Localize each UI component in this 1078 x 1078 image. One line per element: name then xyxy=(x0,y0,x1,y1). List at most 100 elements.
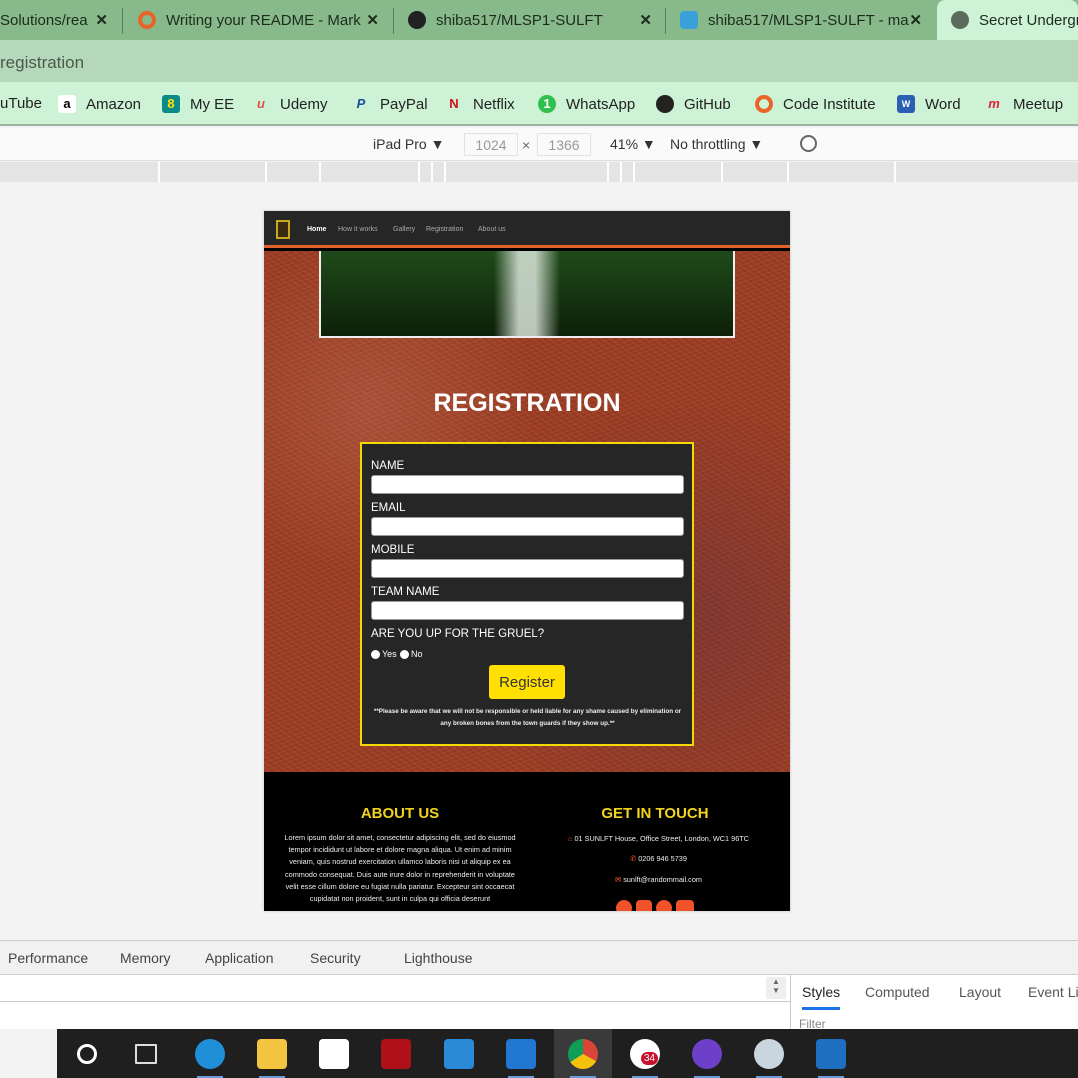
team-name-input[interactable] xyxy=(371,601,684,620)
tab-layout[interactable]: Layout xyxy=(959,984,1001,1000)
devtools-tabs: Performance Memory Application Security … xyxy=(0,940,1078,975)
nav-registration[interactable]: Registration xyxy=(426,226,463,233)
tab-secret-underground[interactable]: Secret Undergr xyxy=(937,0,1078,40)
tab-memory[interactable]: Memory xyxy=(120,950,171,966)
register-button[interactable]: Register xyxy=(489,665,565,699)
site-navbar: Home How it works Gallery Registration A… xyxy=(264,211,790,248)
address-bar[interactable]: registration xyxy=(0,40,1078,82)
bookmark-udemy[interactable]: u Udemy xyxy=(252,95,328,113)
bookmark-amazon[interactable]: a Amazon xyxy=(58,95,141,113)
facebook-icon[interactable] xyxy=(616,900,632,911)
task-view-icon[interactable] xyxy=(135,1044,157,1064)
tab-computed[interactable]: Computed xyxy=(865,984,930,1000)
chrome-icon[interactable] xyxy=(568,1039,598,1069)
tab-event-listeners[interactable]: Event Li xyxy=(1028,984,1078,1000)
instagram-icon[interactable] xyxy=(636,900,652,911)
tab-security[interactable]: Security xyxy=(310,950,361,966)
paint-icon[interactable] xyxy=(754,1039,784,1069)
gitpod-icon xyxy=(680,11,698,29)
edge-icon[interactable] xyxy=(195,1039,225,1069)
tab-github-repo[interactable]: shiba517/MLSP1-SULFT ✕ xyxy=(396,0,664,40)
elements-panel[interactable]: ▲ ▼ xyxy=(0,975,790,1029)
word-icon: W xyxy=(897,95,915,113)
close-icon[interactable]: ✕ xyxy=(95,11,108,29)
bookmark-meetup[interactable]: m Meetup xyxy=(985,95,1063,113)
tab-styles[interactable]: Styles xyxy=(802,984,841,1010)
site-logo[interactable] xyxy=(276,220,290,239)
close-icon[interactable]: ✕ xyxy=(639,11,652,29)
file-explorer-icon[interactable] xyxy=(257,1039,287,1069)
gift-icon[interactable] xyxy=(381,1039,411,1069)
udemy-icon: u xyxy=(257,96,265,111)
radio-circle[interactable] xyxy=(400,649,409,659)
github-icon xyxy=(408,11,426,29)
nav-about-us[interactable]: About us xyxy=(478,226,506,233)
tab-title: Solutions/rea xyxy=(0,11,88,29)
cortana-icon[interactable] xyxy=(77,1044,97,1064)
nav-home[interactable]: Home xyxy=(307,226,326,233)
code-institute-icon xyxy=(755,95,773,113)
device-viewport: Home How it works Gallery Registration A… xyxy=(264,211,790,911)
name-label: NAME xyxy=(371,460,405,472)
twitter-icon[interactable] xyxy=(656,900,672,911)
close-icon[interactable]: ✕ xyxy=(909,11,922,29)
github-icon xyxy=(656,95,674,113)
about-us-heading: ABOUT US xyxy=(360,805,440,822)
github-desktop-icon[interactable] xyxy=(692,1039,722,1069)
rotate-icon[interactable] xyxy=(800,135,817,152)
close-icon[interactable]: ✕ xyxy=(366,11,379,29)
tab-solutions[interactable]: Solutions/rea ✕ xyxy=(0,0,120,40)
email-input[interactable] xyxy=(371,517,684,536)
disclaimer-note: **Please be aware that we will not be re… xyxy=(373,708,682,727)
bookmark-code-institute[interactable]: Code Institute xyxy=(755,95,876,113)
contact-email[interactable]: ✉ sunlft@randommail.com xyxy=(527,875,790,884)
meetup-icon: m xyxy=(988,96,1000,111)
tab-performance[interactable]: Performance xyxy=(8,950,88,966)
times-sign: × xyxy=(522,137,531,153)
tab-title: Writing your README - Mark xyxy=(166,11,361,29)
radio-circle[interactable] xyxy=(371,649,380,659)
nav-how-it-works[interactable]: How it works xyxy=(338,226,378,233)
tab-application[interactable]: Application xyxy=(205,950,274,966)
tab-title: shiba517/MLSP1-SULFT xyxy=(436,11,603,29)
team-name-label: TEAM NAME xyxy=(371,586,440,598)
photos-icon[interactable] xyxy=(816,1039,846,1069)
url-text: registration xyxy=(0,53,85,72)
name-input[interactable] xyxy=(371,475,684,494)
bookmark-whatsapp[interactable]: 1 WhatsApp xyxy=(538,95,635,113)
nav-gallery[interactable]: Gallery xyxy=(393,226,415,233)
get-in-touch-heading: GET IN TOUCH xyxy=(601,805,709,822)
bookmark-my-ee[interactable]: 8 My EE xyxy=(162,95,234,113)
mail-icon[interactable] xyxy=(444,1039,474,1069)
hero-section: REGISTRATION NAME EMAIL MOBILE TEAM NAME… xyxy=(264,251,790,772)
amazon-icon: a xyxy=(58,95,76,113)
grass-banner-image xyxy=(319,251,735,338)
scroll-arrows[interactable]: ▲ ▼ xyxy=(766,977,786,999)
store-icon[interactable] xyxy=(319,1039,349,1069)
vscode-icon[interactable] xyxy=(506,1039,536,1069)
bookmark-github[interactable]: GitHub xyxy=(656,95,731,113)
youtube-icon[interactable] xyxy=(676,900,694,911)
tab-readme[interactable]: Writing your README - Mark ✕ xyxy=(126,0,391,40)
throttling-select[interactable]: No throttling ▼ xyxy=(670,136,763,152)
media-query-bar[interactable] xyxy=(0,162,1078,182)
tab-gitpod[interactable]: shiba517/MLSP1-SULFT - ma ✕ xyxy=(668,0,934,40)
page-title: REGISTRATION xyxy=(433,389,621,417)
device-select[interactable]: iPad Pro ▼ xyxy=(373,136,444,152)
tab-lighthouse[interactable]: Lighthouse xyxy=(404,950,473,966)
width-input[interactable]: 1024 xyxy=(464,133,518,156)
mobile-label: MOBILE xyxy=(371,544,415,556)
height-input[interactable]: 1366 xyxy=(537,133,591,156)
tab-title: shiba517/MLSP1-SULFT - ma xyxy=(708,11,909,29)
radio-no[interactable]: No xyxy=(400,649,423,659)
globe-icon xyxy=(951,11,969,29)
bookmark-netflix[interactable]: N Netflix xyxy=(445,95,514,113)
zoom-select[interactable]: 41% ▼ xyxy=(610,136,656,152)
about-us-text: Lorem ipsum dolor sit amet, consectetur … xyxy=(284,833,516,904)
mobile-input[interactable] xyxy=(371,559,684,578)
bookmark-paypal[interactable]: P PayPal xyxy=(352,95,428,113)
radio-yes[interactable]: Yes xyxy=(371,649,397,659)
bookmark-word[interactable]: W Word xyxy=(897,95,961,113)
bookmark-youtube[interactable]: uTube xyxy=(0,95,42,112)
windows-taskbar: 34 xyxy=(57,1029,1078,1078)
